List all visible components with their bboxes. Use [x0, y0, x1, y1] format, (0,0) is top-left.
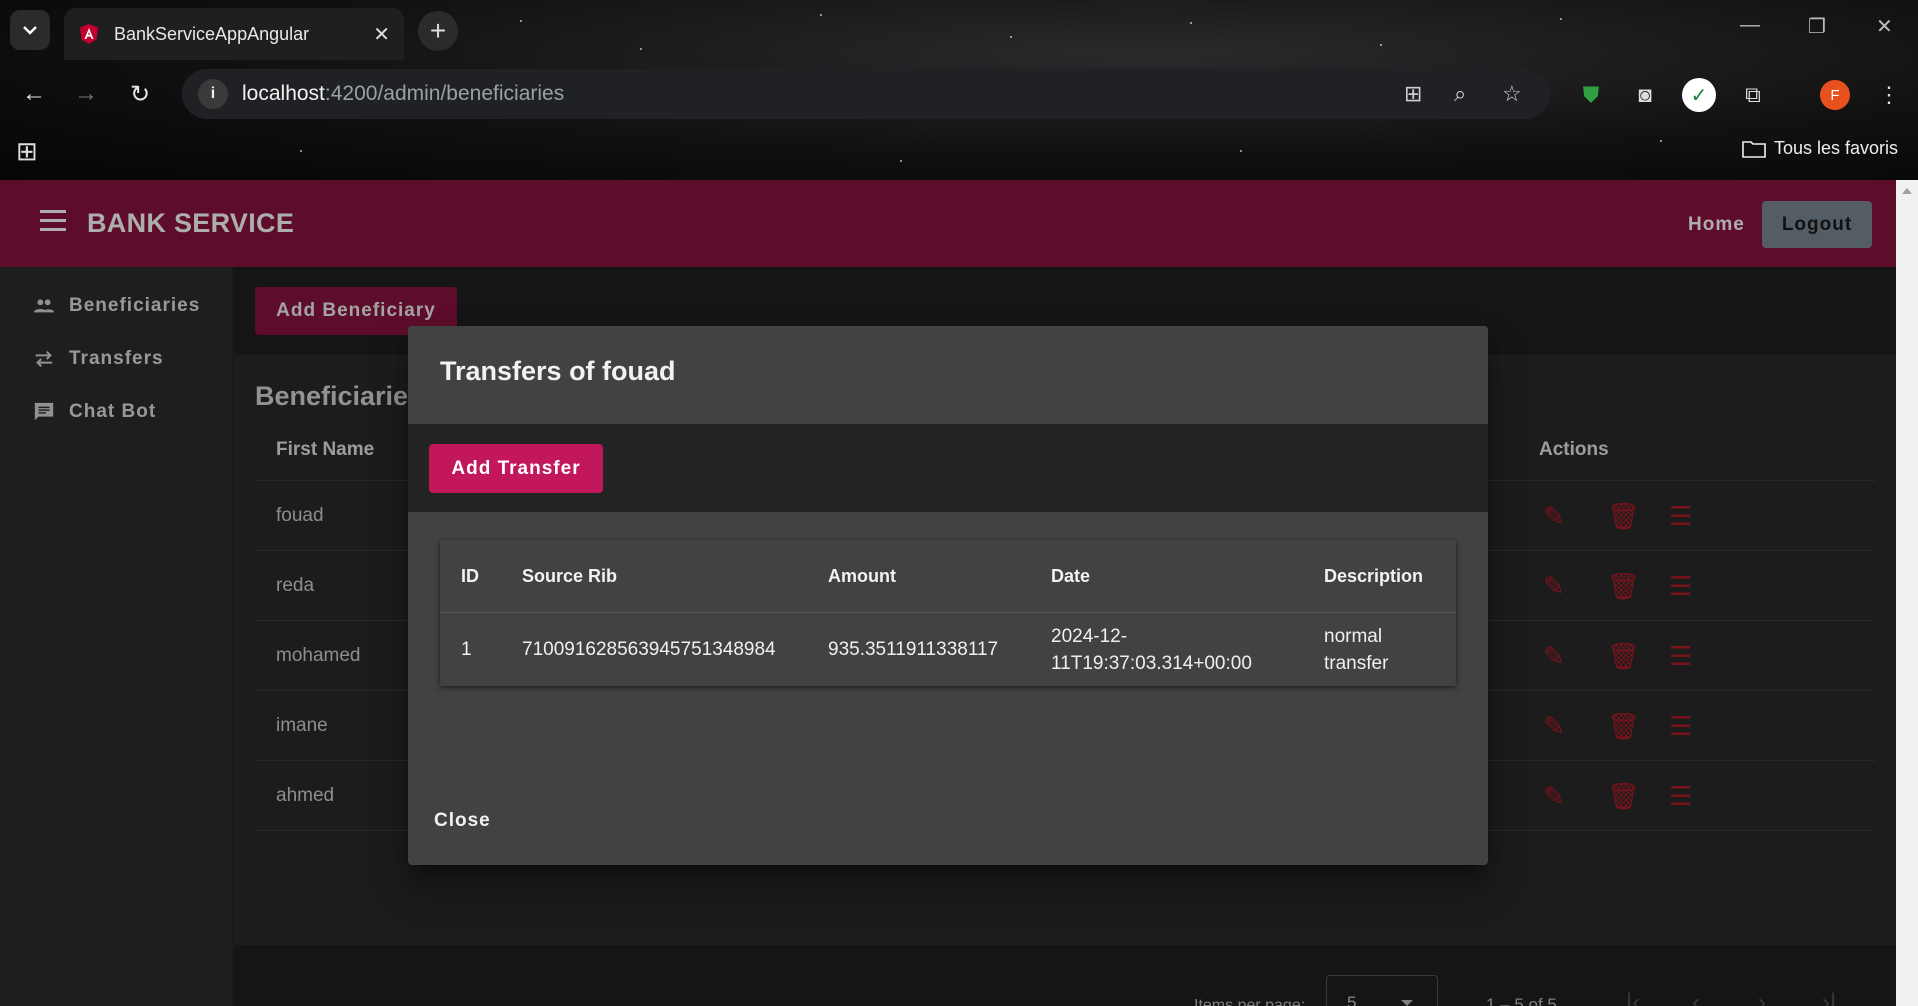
transfers-table: ID Source Rib Amount Date Description 1 …	[440, 540, 1456, 686]
translate-icon[interactable]: ⊞	[1404, 81, 1422, 107]
profile-avatar[interactable]: F	[1820, 80, 1850, 110]
tab-search-button[interactable]	[10, 10, 50, 50]
all-bookmarks-label: Tous les favoris	[1773, 138, 1898, 158]
transfers-dialog: Transfers of fouad Add Transfer ID Sourc…	[408, 326, 1488, 865]
cell-amount: 935.3511911338117	[828, 639, 999, 660]
header-date: Date	[1051, 566, 1091, 586]
tab-close-icon[interactable]: ✕	[373, 22, 390, 47]
url-host: localhost	[242, 82, 325, 105]
folder-icon	[1742, 140, 1766, 158]
camera-extension-icon[interactable]: ◙	[1630, 80, 1660, 110]
forward-icon[interactable]: →	[68, 76, 104, 112]
table-header-row: ID Source Rib Amount Date Description	[440, 540, 1456, 613]
cell-date-line2: 11T19:37:03.314+00:00	[1051, 653, 1252, 674]
cell-description-line1: normal	[1324, 626, 1383, 647]
minimize-icon[interactable]: —	[1740, 14, 1760, 37]
browser-toolbar: ← → ↻ i localhost:4200/admin/beneficiari…	[0, 66, 1918, 122]
cell-id: 1	[461, 639, 472, 660]
back-icon[interactable]: ←	[16, 76, 52, 112]
url-path: :4200/admin/beneficiaries	[324, 82, 565, 105]
all-bookmarks-folder[interactable]: Tous les favoris	[1742, 138, 1898, 159]
page-scrollbar[interactable]	[1896, 180, 1918, 1006]
table-row: 1 71009162856394575134898​4 935.35119113…	[440, 613, 1456, 686]
extensions-puzzle-icon[interactable]: ⧉	[1738, 80, 1768, 110]
cell-source-rib: 71009162856394575134898​4	[522, 639, 776, 660]
dialog-actions-band: Add Transfer	[408, 424, 1488, 512]
zoom-icon[interactable]: ⌕	[1454, 81, 1466, 107]
bookmarks-bar: ⊞ Tous les favoris	[0, 128, 1918, 172]
header-description: Description	[1324, 566, 1424, 586]
add-transfer-button[interactable]: Add Transfer	[429, 444, 603, 493]
bookmark-star-icon[interactable]: ☆	[1502, 81, 1522, 107]
address-bar[interactable]: i localhost:4200/admin/beneficiaries ⊞ ⌕…	[182, 69, 1550, 119]
new-tab-button[interactable]: +	[418, 11, 458, 51]
cell-date: 2024-12- 11T19:37:03.314+00:00	[1051, 623, 1252, 677]
shield-extension-icon[interactable]: ⛊	[1576, 80, 1606, 110]
browser-tab[interactable]: BankServiceAppAngular ✕	[64, 8, 404, 60]
header-id: ID	[461, 566, 479, 586]
check-extension-icon[interactable]: ✓	[1682, 78, 1716, 112]
cell-description-line2: transfer	[1324, 653, 1389, 674]
browser-chrome: BankServiceAppAngular ✕ + — ❐ ✕ ← → ↻ i …	[0, 0, 1918, 180]
scroll-up-arrow-icon[interactable]	[1902, 188, 1912, 194]
reload-icon[interactable]: ↻	[122, 76, 158, 112]
window-close-icon[interactable]: ✕	[1876, 14, 1893, 39]
angular-favicon-icon	[80, 24, 98, 44]
close-button[interactable]: Close	[434, 810, 491, 832]
chevron-down-icon	[23, 26, 37, 35]
apps-grid-icon[interactable]: ⊞	[16, 136, 38, 167]
tab-title: BankServiceAppAngular	[114, 23, 310, 44]
header-amount: Amount	[828, 566, 896, 586]
site-info-icon[interactable]: i	[198, 79, 228, 109]
cell-date-line1: 2024-12-	[1051, 626, 1128, 647]
browser-menu-icon[interactable]: ⋮	[1874, 80, 1904, 110]
dialog-title: Transfers of fouad	[440, 356, 676, 386]
header-source-rib: Source Rib	[522, 566, 618, 586]
tab-strip: BankServiceAppAngular ✕ + — ❐ ✕	[0, 0, 1918, 60]
cell-description: normal transfer	[1324, 623, 1388, 677]
restore-icon[interactable]: ❐	[1808, 14, 1826, 39]
